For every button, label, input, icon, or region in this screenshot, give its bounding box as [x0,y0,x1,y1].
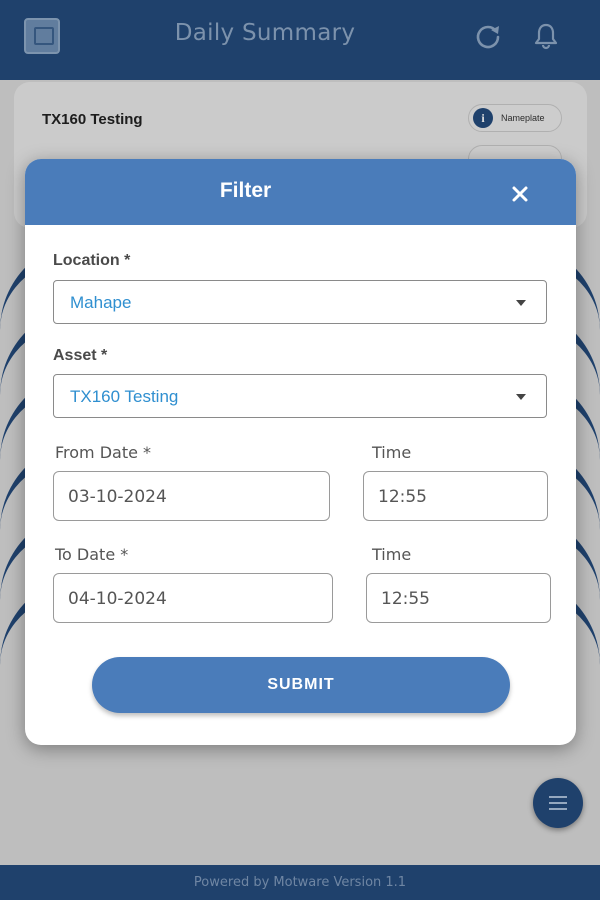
location-value: Mahape [70,293,132,312]
to-time-label: Time [372,545,412,564]
dialog-title: Filter [219,179,272,202]
to-date-value: 04-10-2024 [68,589,167,609]
to-time-value: 12:55 [381,589,430,609]
from-date-value: 03-10-2024 [68,487,167,507]
asset-value: TX160 Testing [70,387,179,406]
from-date-label: From Date * [55,443,152,462]
chevron-down-icon [516,300,526,306]
filter-dialog: Filter Location * Mahape Asset * TX160 T… [25,159,576,745]
from-date-input[interactable]: 03-10-2024 [53,471,330,521]
to-date-input[interactable]: 04-10-2024 [53,573,333,623]
to-date-label: To Date * [55,545,129,564]
from-time-label: Time [372,443,412,462]
asset-select[interactable]: TX160 Testing [53,374,547,418]
chevron-down-icon [516,394,526,400]
from-time-value: 12:55 [378,487,427,507]
from-time-input[interactable]: 12:55 [363,471,548,521]
location-select[interactable]: Mahape [53,280,547,324]
to-time-input[interactable]: 12:55 [366,573,551,623]
location-label: Location * [53,252,131,269]
dialog-header: Filter [25,159,576,225]
close-icon[interactable] [507,181,533,207]
asset-label: Asset * [53,347,108,364]
submit-button[interactable]: SUBMIT [92,657,510,713]
